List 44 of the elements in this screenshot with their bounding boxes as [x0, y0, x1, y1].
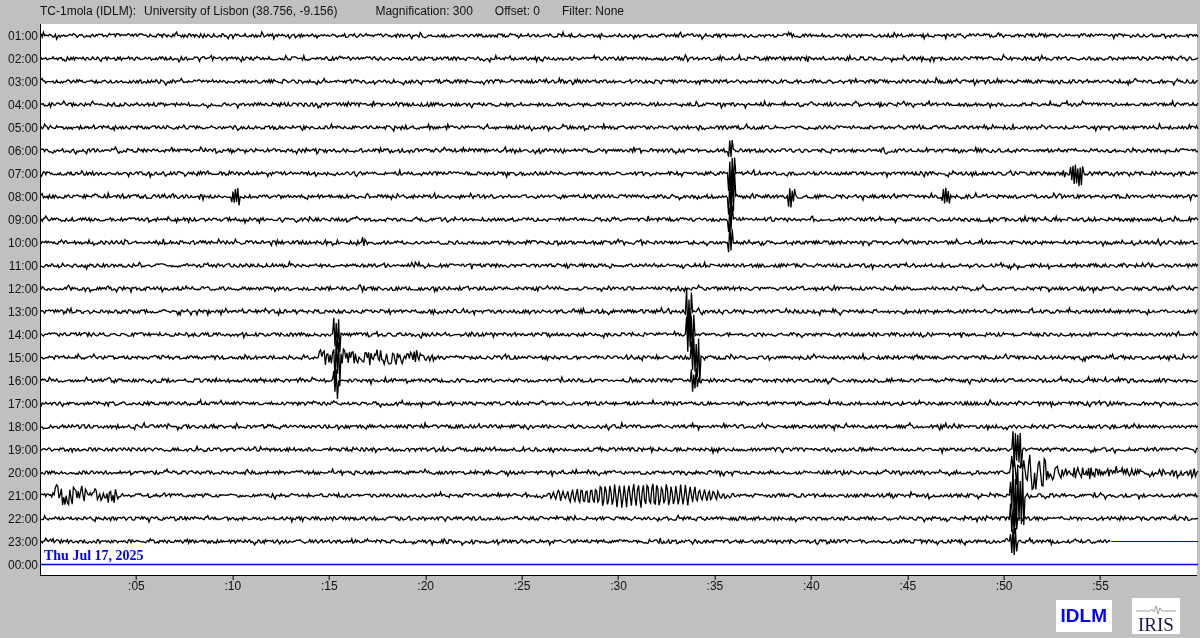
hour-label: 08:00 — [7, 188, 39, 206]
hour-label: 11:00 — [8, 257, 39, 275]
hour-label: 10:00 — [7, 234, 39, 252]
hour-label: 23:00 — [7, 533, 39, 551]
hour-label: 12:00 — [7, 280, 39, 298]
tick-label: :30 — [610, 580, 627, 593]
tick-label: :35 — [706, 580, 724, 593]
network-logo: IRIS — [1132, 598, 1180, 634]
tick-label: :05 — [128, 580, 145, 593]
date-label: Thu Jul 17, 2025 — [44, 549, 144, 563]
hour-label: 15:00 — [7, 349, 39, 367]
wave-icon — [1136, 605, 1176, 615]
hour-label: 19:00 — [7, 441, 39, 459]
station-logo: IDLM — [1055, 600, 1112, 632]
hour-label: 05:00 — [7, 119, 39, 137]
hour-label: 06:00 — [7, 142, 39, 160]
tick-label: :20 — [417, 580, 434, 593]
magnification-label: Magnification: 300 — [375, 3, 473, 20]
hour-label: 17:00 — [7, 395, 39, 413]
tick-label: :50 — [995, 580, 1013, 593]
hour-label: 14:00 — [7, 326, 39, 344]
tick-label: :55 — [1092, 580, 1109, 593]
hour-label: 22:00 — [7, 510, 39, 528]
tick-label: :10 — [224, 580, 242, 593]
station-location: University of Lisbon (38.756, -9.156) — [144, 3, 338, 20]
hour-label: 07:00 — [7, 165, 39, 183]
tick-label: :45 — [899, 580, 917, 593]
hour-label: 20:00 — [7, 464, 39, 482]
hour-label: 13:00 — [7, 303, 39, 321]
hour-label: 09:00 — [7, 211, 39, 229]
hour-label: 01:00 — [7, 27, 39, 45]
station-code: TC-1mola (IDLM): — [40, 3, 136, 20]
hour-label: 21:00 — [7, 487, 39, 505]
tick-label: :40 — [803, 580, 820, 593]
hour-label: 03:00 — [7, 73, 39, 91]
tick-label: :15 — [320, 580, 338, 593]
offset-label: Offset: 0 — [494, 3, 540, 20]
hour-label: 00:00 — [7, 556, 39, 574]
tick-label: :25 — [513, 580, 531, 593]
hour-label: 02:00 — [7, 50, 39, 68]
filter-label: Filter: None — [562, 3, 625, 20]
hour-label: 18:00 — [7, 418, 39, 436]
hour-label: 16:00 — [7, 372, 39, 390]
hour-label: 04:00 — [7, 96, 39, 114]
